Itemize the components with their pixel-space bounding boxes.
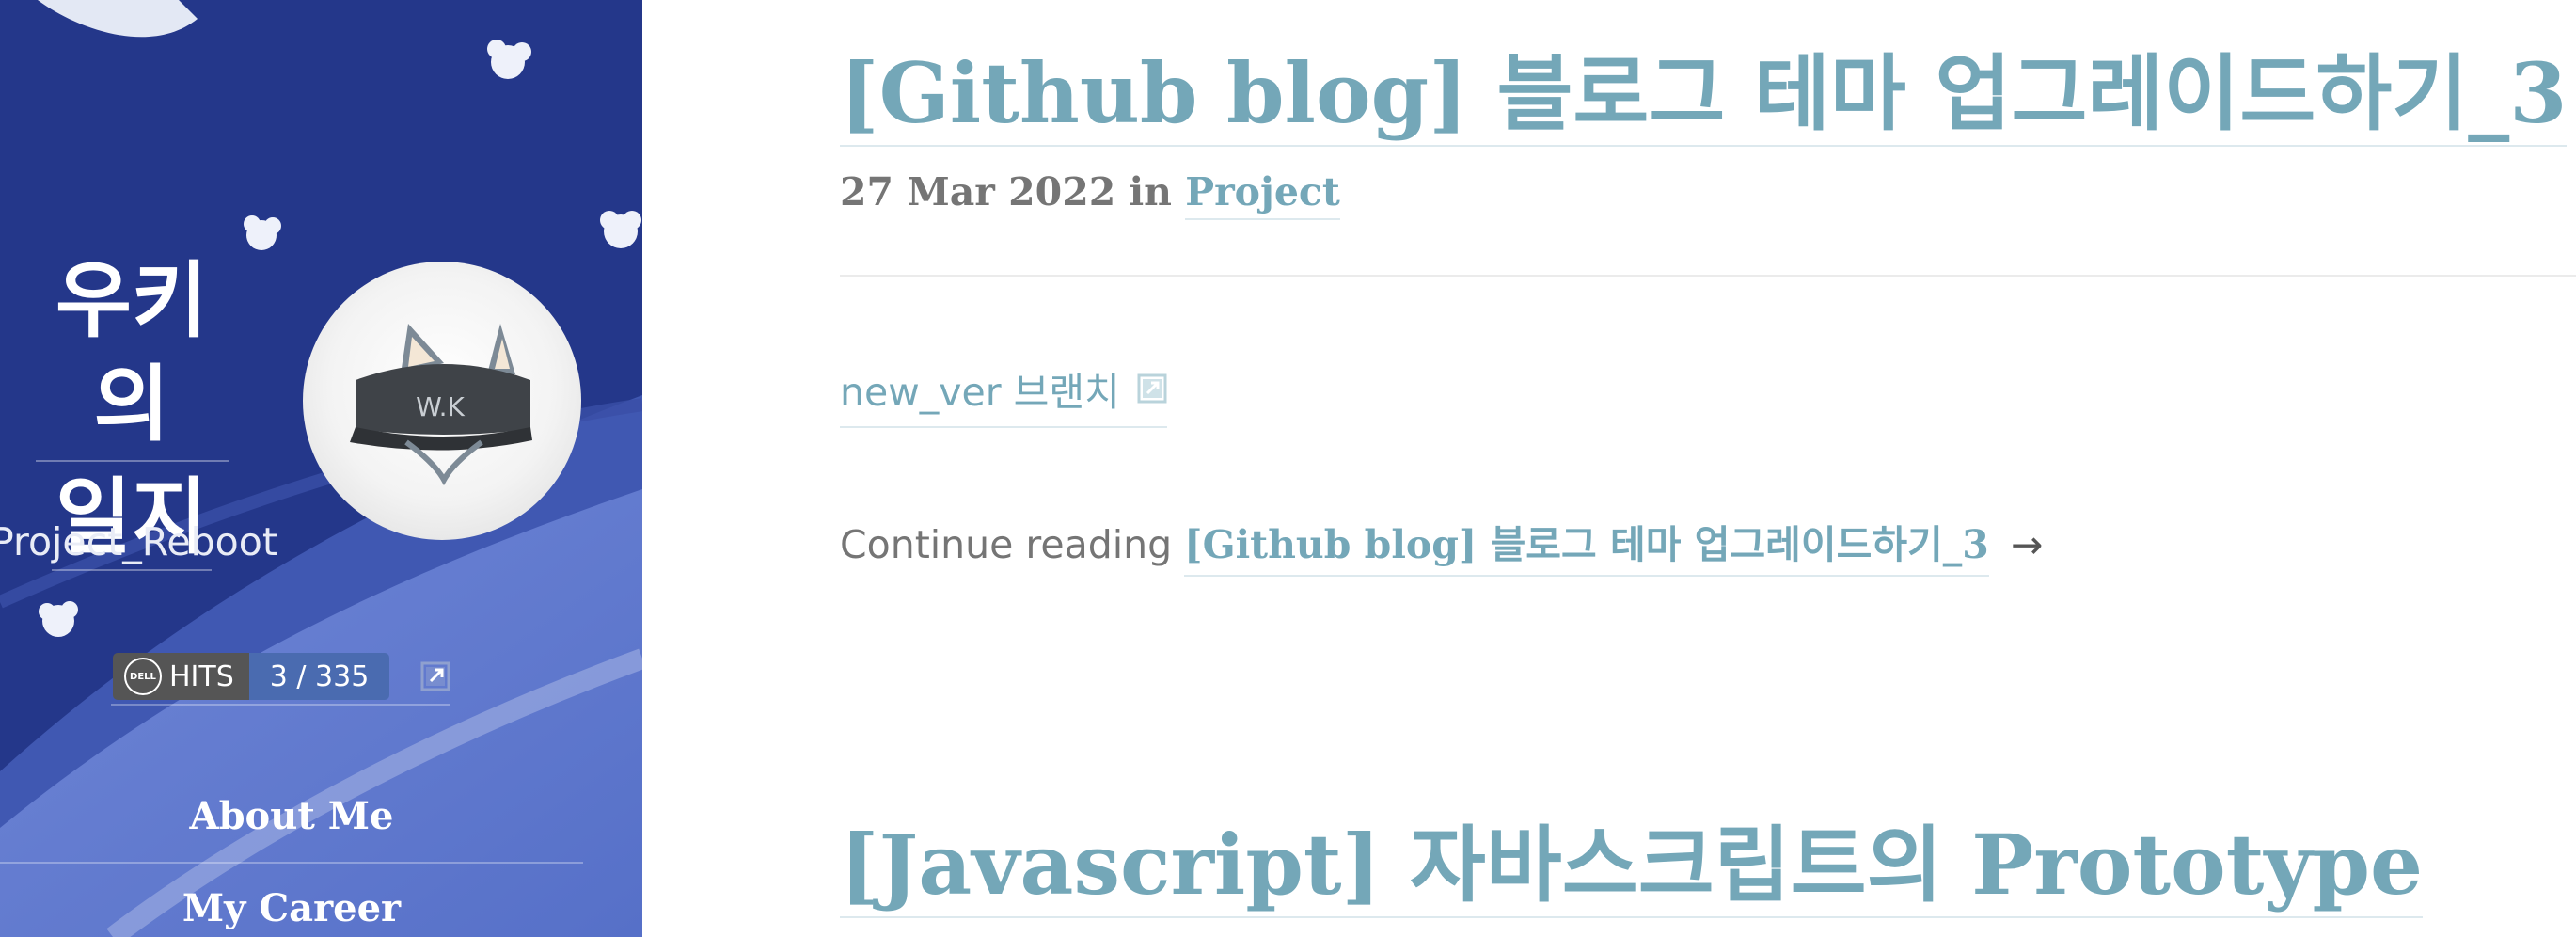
post-meta: 27 Mar 2022 in Project <box>840 169 1340 220</box>
nav-item-my-career[interactable]: My Career <box>0 864 583 937</box>
hits-counter[interactable]: DELL HITS 3 / 335 <box>111 653 450 706</box>
hits-value: 3 / 335 <box>248 653 390 700</box>
continue-reading-link[interactable]: [Github blog] 블로그 테마 업그레이드하기_3 <box>1184 522 1989 577</box>
post-title[interactable]: [Github blog] 블로그 테마 업그레이드하기_3 <box>840 41 2568 147</box>
hits-badge[interactable]: DELL HITS 3 / 335 <box>113 653 390 700</box>
external-link-icon[interactable] <box>419 660 451 692</box>
avatar-caption: W.K <box>416 391 465 422</box>
avatar: W.K <box>303 262 581 540</box>
post-date: 27 Mar 2022 <box>840 169 1116 214</box>
dell-logo-icon: DELL <box>124 658 162 695</box>
hits-badge-label: DELL HITS <box>113 653 249 700</box>
sidebar: 우키의 일지 W.K Project_Reboot DELL HITS 3 / … <box>0 0 642 937</box>
nav-item-about-me[interactable]: About Me <box>0 771 583 864</box>
site-tagline: Project_Reboot <box>0 519 277 564</box>
sidebar-nav: About Me My Career <box>0 771 583 937</box>
post-meta-in: in <box>1129 169 1172 214</box>
arrow-right-icon: → <box>2010 522 2044 567</box>
cat-cap-icon: W.K <box>350 324 532 486</box>
site-title-line1[interactable]: 우키의 <box>35 249 229 462</box>
continue-reading: Continue reading [Github blog] 블로그 테마 업그… <box>840 513 2044 577</box>
post-category-link[interactable]: Project <box>1185 169 1340 220</box>
continue-prefix: Continue reading <box>840 522 1173 567</box>
excerpt-link[interactable]: new_ver 브랜치 <box>840 360 1167 428</box>
hits-label: HITS <box>169 659 234 693</box>
post-divider <box>840 275 2576 277</box>
external-link-icon <box>1137 373 1167 404</box>
main-content: [Github blog] 블로그 테마 업그레이드하기_3 27 Mar 20… <box>840 0 2576 937</box>
post-title[interactable]: [Javascript] 자바스크립트의 Prototype <box>840 813 2424 918</box>
excerpt-link-text: new_ver 브랜치 <box>840 370 1120 415</box>
page: 우키의 일지 W.K Project_Reboot DELL HITS 3 / … <box>0 0 2576 937</box>
